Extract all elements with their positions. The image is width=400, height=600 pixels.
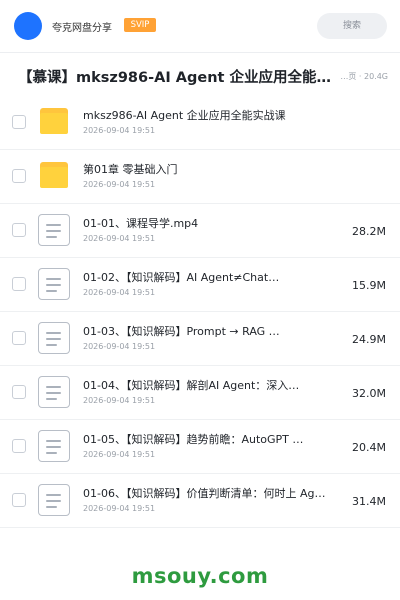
footer: msouy.com [0,550,400,600]
item-size: 20.4M [352,441,386,454]
folder-icon [40,162,68,188]
row-checkbox[interactable] [12,385,26,399]
folder-icon [40,108,68,134]
watermark-text: msouy.com [131,564,269,588]
item-name: 01-06、【知识解码】价值判断清单：何时上 Ag… [83,487,326,500]
row-checkbox[interactable] [12,439,26,453]
file-icon [38,322,70,354]
item-name: 01-02、【知识解码】AI Agent≠Chat… [83,271,280,284]
search-input[interactable]: 搜索 [317,13,387,39]
item-size: 28.2M [352,225,386,238]
share-meta: …页 · 20.4G [340,72,388,81]
share-title-bar: 【慕课】mksz986-AI Agent 企业应用全能实战课 …页 · 20.4… [0,52,400,96]
item-size: 15.9M [352,279,386,292]
row-checkbox[interactable] [12,223,26,237]
app-header: 夸克网盘分享 SVIP 搜索 [0,0,400,52]
list-item-folder[interactable]: mksz986-AI Agent 企业应用全能实战课 2026-09-04 19… [0,96,400,150]
svip-badge: SVIP [124,18,156,32]
row-checkbox[interactable] [12,277,26,291]
item-date: 2026-09-04 19:51 [83,342,156,351]
item-date: 2026-09-04 19:51 [83,288,156,297]
row-checkbox[interactable] [12,115,26,129]
item-date: 2026-09-04 19:51 [83,126,156,135]
row-checkbox[interactable] [12,169,26,183]
row-checkbox[interactable] [12,331,26,345]
list-item-folder[interactable]: 第01章 零基础入门 2026-09-04 19:51 [0,150,400,204]
item-name: 01-01、课程导学.mp4 [83,217,199,230]
row-checkbox[interactable] [12,493,26,507]
item-date: 2026-09-04 19:51 [83,450,156,459]
list-item-file[interactable]: 01-06、【知识解码】价值判断清单：何时上 Ag… 2026-09-04 19… [0,474,400,528]
list-item-file[interactable]: 01-05、【知识解码】趋势前瞻：AutoGPT … 2026-09-04 19… [0,420,400,474]
file-icon [38,484,70,516]
list-item-file[interactable]: 01-03、【知识解码】Prompt → RAG … 2026-09-04 19… [0,312,400,366]
item-name: 第01章 零基础入门 [83,163,178,176]
item-name: 01-03、【知识解码】Prompt → RAG … [83,325,280,338]
file-icon [38,430,70,462]
file-list: mksz986-AI Agent 企业应用全能实战课 2026-09-04 19… [0,96,400,550]
list-item-file[interactable]: 01-01、课程导学.mp4 2026-09-04 19:51 28.2M [0,204,400,258]
list-item-file[interactable]: 01-04、【知识解码】解剖AI Agent：深入… 2026-09-04 19… [0,366,400,420]
avatar[interactable] [14,12,42,40]
brand-name: 夸克网盘分享 [52,23,112,34]
item-size: 31.4M [352,495,386,508]
item-date: 2026-09-04 19:51 [83,234,156,243]
file-icon [38,268,70,300]
list-item-file[interactable]: 01-02、【知识解码】AI Agent≠Chat… 2026-09-04 19… [0,258,400,312]
item-name: 01-05、【知识解码】趋势前瞻：AutoGPT … [83,433,304,446]
item-size: 32.0M [352,387,386,400]
item-name: mksz986-AI Agent 企业应用全能实战课 [83,109,286,122]
file-icon [38,376,70,408]
item-date: 2026-09-04 19:51 [83,504,156,513]
item-date: 2026-09-04 19:51 [83,180,156,189]
page-title: 【慕课】mksz986-AI Agent 企业应用全能实战课 [18,70,338,86]
file-icon [38,214,70,246]
item-name: 01-04、【知识解码】解剖AI Agent：深入… [83,379,300,392]
item-size: 24.9M [352,333,386,346]
item-date: 2026-09-04 19:51 [83,396,156,405]
